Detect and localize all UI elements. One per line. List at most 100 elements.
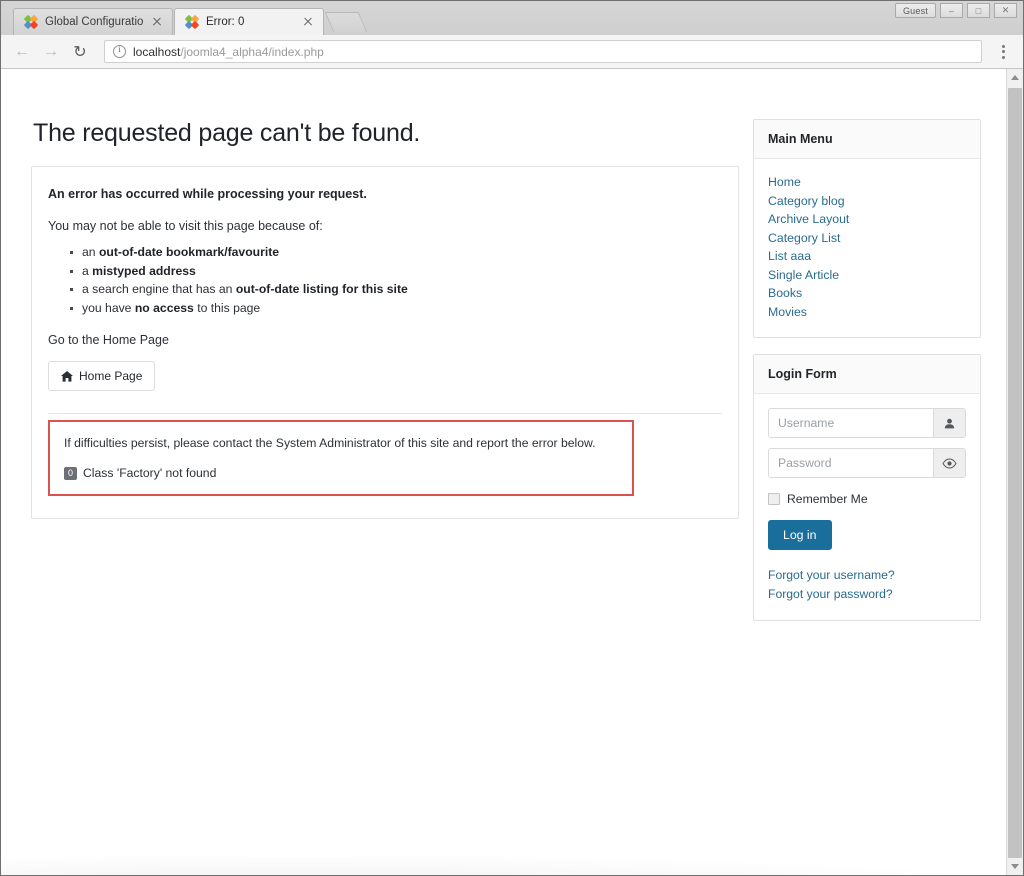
info-circle-icon[interactable]	[113, 44, 126, 58]
reload-icon[interactable]: ↻	[67, 39, 93, 65]
sidebar-item-archive-layout[interactable]: Archive Layout	[768, 210, 966, 229]
reason-pre: an	[82, 245, 99, 259]
forgot-password-link[interactable]: Forgot your password?	[768, 585, 966, 604]
list-item: Category blog	[768, 192, 966, 211]
module-login-form: Login Form Username Remember Me Log in F…	[753, 354, 981, 621]
module-body: Home Category blog Archive Layout Catego…	[754, 159, 980, 337]
list-item: Archive Layout	[768, 210, 966, 229]
forgot-links: Forgot your username? Forgot your passwo…	[768, 566, 966, 604]
guest-profile-button[interactable]: Guest	[894, 3, 936, 18]
reason-list: an out-of-date bookmark/favourite a mist…	[48, 243, 722, 317]
arrow-left-icon[interactable]: ←	[9, 39, 35, 65]
page-content: The requested page can't be found. An er…	[31, 119, 981, 637]
module-title: Login Form	[768, 367, 837, 381]
sidebar-item-category-list[interactable]: Category List	[768, 229, 966, 248]
list-item: List aaa	[768, 247, 966, 266]
reason-post: to this page	[193, 300, 261, 315]
url-path: /joomla4_alpha4/index.php	[180, 44, 324, 59]
browser-tab-error[interactable]: Error: 0	[174, 8, 324, 35]
module-header: Main Menu	[754, 120, 980, 159]
remember-me-row[interactable]: Remember Me	[768, 492, 966, 506]
close-icon[interactable]	[301, 15, 315, 29]
window-controls: Guest – □ ✕	[894, 3, 1017, 18]
list-item: Single Article	[768, 266, 966, 285]
tab-strip: Global Configuration - Joom Error: 0 Gue…	[1, 1, 1023, 35]
arrow-right-icon[interactable]: →	[38, 39, 64, 65]
error-card: An error has occurred while processing y…	[31, 166, 739, 519]
module-header: Login Form	[754, 355, 980, 394]
page-viewport: The requested page can't be found. An er…	[1, 69, 1023, 875]
reason-strong: no access	[134, 300, 194, 315]
list-item: Books	[768, 284, 966, 303]
contact-admin-text: If difficulties persist, please contact …	[64, 436, 596, 450]
error-message-text: Class 'Factory' not found	[83, 466, 217, 480]
sidebar-item-home[interactable]: Home	[768, 173, 966, 192]
username-input[interactable]	[769, 409, 933, 437]
scroll-up-icon[interactable]	[1007, 69, 1023, 86]
sidebar-item-books[interactable]: Books	[768, 284, 966, 303]
error-details-box: If difficulties persist, please contact …	[48, 420, 634, 496]
list-item: you have no access to this page	[70, 299, 722, 318]
reason-strong: mistyped address	[92, 263, 196, 278]
go-home-text: Go to the Home Page	[48, 333, 169, 347]
sidebar-item-category-blog[interactable]: Category blog	[768, 192, 966, 211]
scrollbar-thumb[interactable]	[1008, 88, 1022, 858]
password-field-group	[768, 448, 966, 478]
tab-label: Error: 0	[206, 16, 245, 28]
browser-tab-global-configuration[interactable]: Global Configuration - Joom	[13, 8, 173, 35]
list-item: an out-of-date bookmark/favourite	[70, 243, 722, 262]
status-badge: 0	[64, 466, 77, 480]
sidebar-item-movies[interactable]: Movies	[768, 303, 966, 322]
browser-toolbar: ← → ↻ localhost /joomla4_alpha4/index.ph…	[1, 35, 1023, 69]
scroll-down-icon[interactable]	[1007, 858, 1023, 875]
joomla-error-page: The requested page can't be found. An er…	[1, 69, 1006, 875]
maximize-icon[interactable]: □	[967, 3, 990, 18]
reason-strong: out-of-date bookmark/favourite	[98, 245, 280, 259]
divider	[48, 413, 722, 414]
login-button[interactable]: Log in	[768, 520, 832, 550]
main-column: The requested page can't be found. An er…	[31, 119, 739, 519]
remember-me-label: Remember Me	[787, 492, 868, 506]
minimize-icon[interactable]: –	[940, 3, 963, 18]
tab-label: Global Configuration - Joom	[45, 16, 144, 28]
module-title: Main Menu	[768, 132, 833, 146]
eye-icon[interactable]	[933, 449, 965, 477]
list-item: Category List	[768, 229, 966, 248]
vertical-scrollbar[interactable]	[1006, 69, 1023, 875]
list-item: a mistyped address	[70, 262, 722, 281]
reason-pre: a	[82, 263, 93, 278]
password-input[interactable]	[769, 449, 933, 477]
module-main-menu: Main Menu Home Category blog Archive Lay…	[753, 119, 981, 338]
url-host: localhost	[133, 44, 181, 59]
browser-window: Global Configuration - Joom Error: 0 Gue…	[0, 0, 1024, 876]
page-title: The requested page can't be found.	[33, 119, 421, 147]
footer-decoration	[1, 805, 1006, 875]
list-item: a search engine that has an out-of-date …	[70, 280, 722, 299]
forgot-username-link[interactable]: Forgot your username?	[768, 566, 966, 585]
sidebar: Main Menu Home Category blog Archive Lay…	[753, 119, 981, 637]
remember-me-checkbox[interactable]	[768, 493, 780, 505]
list-item: Home	[768, 173, 966, 192]
module-body: Remember Me Log in Forgot your username?…	[754, 394, 980, 620]
new-tab-button[interactable]	[324, 12, 368, 32]
error-lead-text: An error has occurred while processing y…	[48, 187, 367, 201]
kebab-menu-icon[interactable]	[991, 39, 1015, 65]
close-window-icon[interactable]: ✕	[994, 3, 1017, 18]
sidebar-item-list-aaa[interactable]: List aaa	[768, 247, 966, 266]
reason-pre: you have	[82, 300, 135, 315]
home-icon	[61, 370, 73, 382]
home-page-button[interactable]: Home Page	[48, 361, 156, 391]
close-icon[interactable]	[150, 15, 164, 29]
main-menu-list: Home Category blog Archive Layout Catego…	[768, 173, 966, 321]
reason-pre: a search engine that has an	[82, 282, 236, 296]
reason-strong: out-of-date listing for this site	[235, 282, 408, 296]
joomla-icon	[184, 14, 200, 30]
sidebar-item-single-article[interactable]: Single Article	[768, 266, 966, 285]
list-item: Movies	[768, 303, 966, 322]
because-of-text: You may not be able to visit this page b…	[48, 219, 323, 233]
username-field-group	[768, 408, 966, 438]
home-page-button-label: Home Page	[79, 369, 143, 383]
joomla-icon	[23, 14, 39, 30]
user-icon	[933, 409, 965, 437]
address-bar[interactable]: localhost /joomla4_alpha4/index.php	[104, 40, 982, 63]
